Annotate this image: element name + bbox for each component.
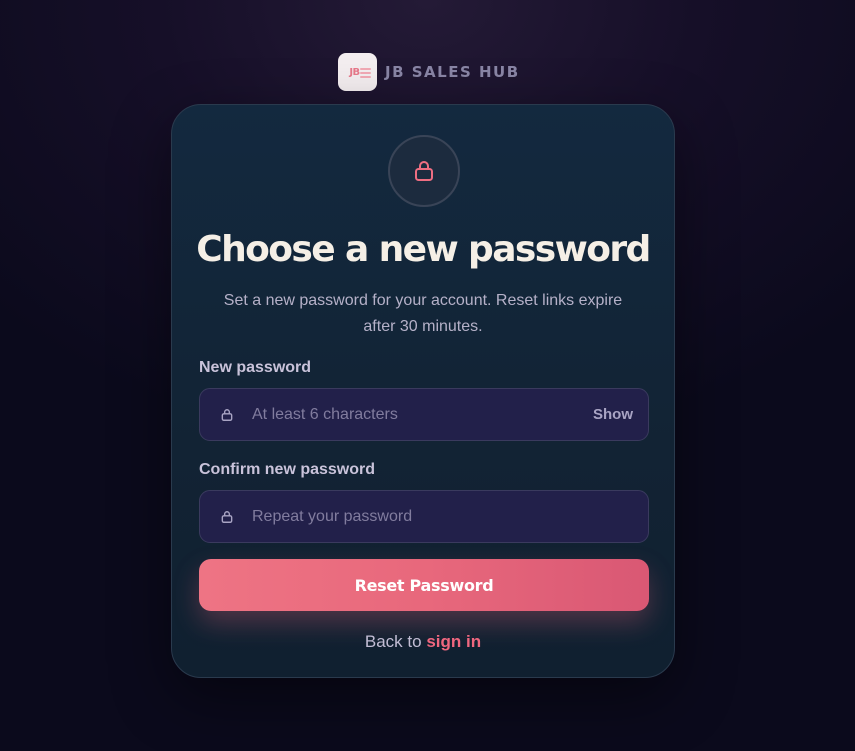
reset-password-button[interactable]: Reset Password: [199, 559, 649, 611]
new-password-label: New password: [199, 359, 312, 376]
sign-in-link[interactable]: sign in: [426, 632, 481, 651]
new-password-input[interactable]: [252, 405, 593, 424]
lock-badge: [388, 135, 460, 207]
back-prefix: Back to: [364, 632, 422, 651]
page-subtitle: Set a new password for your account. Res…: [223, 292, 623, 335]
confirm-password-label: Confirm new password: [199, 461, 376, 478]
page-title: Choose a new password: [196, 229, 651, 270]
new-password-field[interactable]: Show: [199, 388, 649, 441]
confirm-password-field[interactable]: [199, 490, 649, 543]
confirm-password-input[interactable]: [252, 507, 648, 526]
brand-logo: JB: [338, 53, 377, 91]
lock-icon: [220, 407, 236, 423]
lock-icon: [415, 161, 433, 181]
lock-icon: [220, 509, 236, 525]
reset-password-card: Choose a new password Set a new password…: [171, 104, 675, 678]
brand-logo-text: JB: [349, 66, 360, 78]
brand-logo-lines: [360, 68, 371, 80]
show-password-toggle[interactable]: Show: [593, 406, 633, 423]
back-to-sign-in: Back to sign in: [172, 632, 674, 652]
brand: JB JB SALES HUB: [338, 53, 520, 91]
brand-name: JB SALES HUB: [385, 63, 520, 81]
